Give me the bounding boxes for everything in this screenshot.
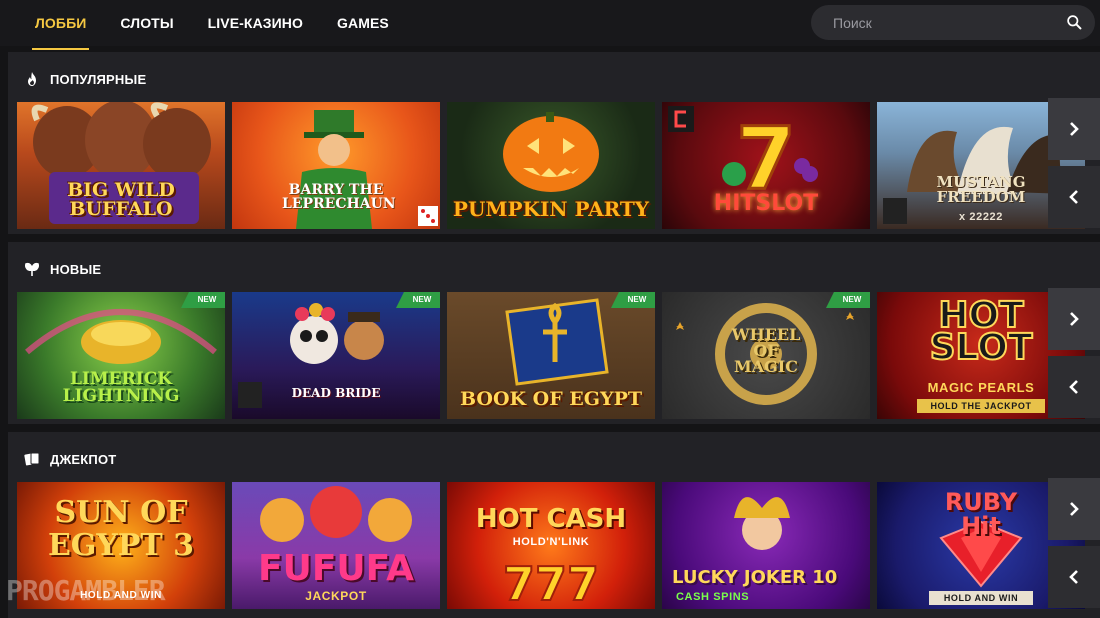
game-tile-lucky-joker-10[interactable]: LUCKY JOKER 10 CASH SPINS <box>662 482 870 609</box>
tab-lobby[interactable]: ЛОББИ <box>18 0 103 50</box>
next-button[interactable] <box>1048 288 1100 350</box>
chevron-right-icon <box>1070 312 1079 326</box>
section-new: НОВЫЕ LIMERICK LIGHTNING NEW DEAD BRIDE … <box>8 242 1100 424</box>
next-button[interactable] <box>1048 478 1100 540</box>
chevron-right-icon <box>1070 502 1079 516</box>
game-subtitle: JACKPOT <box>305 589 367 603</box>
section-header: ПОПУЛЯРНЫЕ <box>24 69 146 89</box>
game-title: BARRY THE LEPRECHAUN <box>282 182 396 212</box>
game-tagline: HOLD THE JACKPOT <box>917 399 1045 413</box>
game-title: SUN OF EGYPT 3 <box>47 495 195 563</box>
section-jackpot: ДЖЕКПОТ SUN OF EGYPT 3 HOLD AND WIN FUFU… <box>8 432 1100 618</box>
watermark: PROGAMBLER <box>6 574 166 607</box>
section-title: ДЖЕКПОТ <box>50 451 117 467</box>
tab-slots[interactable]: СЛОТЫ <box>103 0 190 46</box>
nav-tabs: ЛОББИ СЛОТЫ LIVE-КАЗИНО GAMES <box>18 0 406 50</box>
chevron-left-icon <box>1069 190 1078 204</box>
next-button[interactable] <box>1048 98 1100 160</box>
search-icon[interactable] <box>1066 14 1083 31</box>
tab-games[interactable]: GAMES <box>320 0 406 46</box>
carousel-arrows <box>1048 478 1100 611</box>
game-tile-big-wild-buffalo[interactable]: BIG WILD BUFFALO <box>17 102 225 229</box>
chevron-right-icon <box>1070 122 1079 136</box>
chevron-left-icon <box>1069 570 1078 584</box>
game-tile-hot-cash[interactable]: HOT CASH HOLD'N'LINK 777 <box>447 482 655 609</box>
game-title: WHEEL OF MAGIC <box>731 325 801 376</box>
game-row: LIMERICK LIGHTNING NEW DEAD BRIDE NEW BO… <box>17 292 1085 419</box>
game-title: BOOK OF EGYPT <box>460 388 642 410</box>
tab-live-casino[interactable]: LIVE-КАЗИНО <box>191 0 320 46</box>
game-row: BIG WILD BUFFALO BARRY THE LEPRECHAUN PU… <box>17 102 1085 229</box>
top-navigation: ЛОББИ СЛОТЫ LIVE-КАЗИНО GAMES <box>0 0 1100 50</box>
game-tile-limerick-lightning[interactable]: LIMERICK LIGHTNING NEW <box>17 292 225 419</box>
game-tile-book-of-egypt[interactable]: BOOK OF EGYPT NEW <box>447 292 655 419</box>
section-header: ДЖЕКПОТ <box>24 449 116 469</box>
game-subtitle: CASH SPINS <box>676 591 750 603</box>
carousel-arrows <box>1048 98 1100 231</box>
fire-icon <box>28 72 36 86</box>
sevens-art: 777 <box>502 556 600 609</box>
section-popular: ПОПУЛЯРНЫЕ BIG WILD BUFFALO BARRY THE LE… <box>8 52 1100 234</box>
game-title: LUCKY JOKER 10 <box>672 567 838 588</box>
game-title: FUFUFA <box>258 548 414 589</box>
game-tile-wheel-of-magic[interactable]: WHEEL OF MAGIC NEW <box>662 292 870 419</box>
game-tile-pumpkin-party[interactable]: PUMPKIN PARTY <box>447 102 655 229</box>
joker-art <box>734 497 790 550</box>
leaf-icon <box>25 262 39 276</box>
game-tile-dead-bride[interactable]: DEAD BRIDE NEW <box>232 292 440 419</box>
game-title: BIG WILD BUFFALO <box>67 179 175 220</box>
game-title: HITSLOT <box>713 191 819 216</box>
game-row: SUN OF EGYPT 3 HOLD AND WIN FUFUFA JACKP… <box>17 482 1085 609</box>
svg-text:777: 777 <box>503 557 599 609</box>
game-tile-barry-leprechaun[interactable]: BARRY THE LEPRECHAUN <box>232 102 440 229</box>
prev-button[interactable] <box>1048 166 1100 228</box>
carousel-arrows <box>1048 288 1100 421</box>
section-title: НОВЫЕ <box>50 261 102 277</box>
game-title: LIMERICK LIGHTNING <box>62 369 180 406</box>
chevron-left-icon <box>1069 380 1078 394</box>
prev-button[interactable] <box>1048 546 1100 608</box>
prev-button[interactable] <box>1048 356 1100 418</box>
search-input[interactable] <box>833 5 1063 40</box>
search-box <box>811 5 1095 40</box>
game-subtitle: HOLD AND WIN <box>929 591 1033 605</box>
game-tile-hitslot[interactable]: 7 HITSLOT <box>662 102 870 229</box>
cards-icon <box>24 452 40 466</box>
section-title: ПОПУЛЯРНЫЕ <box>50 71 147 87</box>
game-title: DEAD BRIDE <box>291 386 381 400</box>
game-tile-fufufa[interactable]: FUFUFA JACKPOT <box>232 482 440 609</box>
game-title: PUMPKIN PARTY <box>452 197 650 221</box>
section-header: НОВЫЕ <box>24 259 101 279</box>
